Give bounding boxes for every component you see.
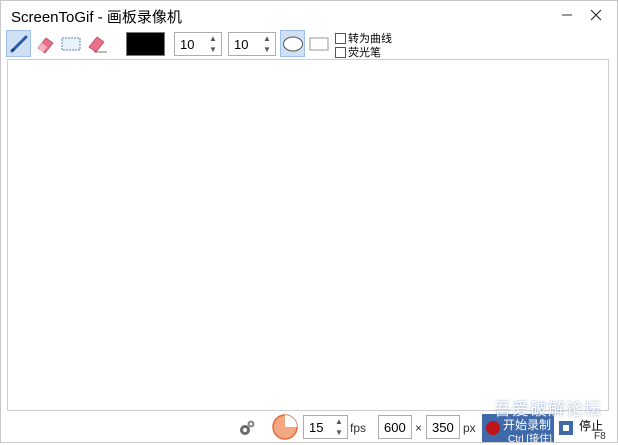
timer-pie-icon <box>272 414 298 440</box>
checkbox-box[interactable] <box>335 32 346 44</box>
eraser-tool-button[interactable] <box>32 30 57 57</box>
stroke-eraser-tool-button[interactable] <box>84 30 109 57</box>
rectangle-icon <box>309 37 328 50</box>
window-title: ScreenToGif - 画板录像机 <box>11 9 182 26</box>
pen-height-stepper[interactable]: 10 ▲ ▼ <box>228 32 276 56</box>
highlighter-checkbox[interactable]: 荧光笔 <box>335 44 381 60</box>
fps-value: 15 <box>309 420 324 435</box>
stepper-arrows[interactable]: ▲ ▼ <box>261 34 273 54</box>
close-button[interactable] <box>581 1 611 29</box>
rectangle-select-icon <box>61 37 80 50</box>
stepper-arrows[interactable]: ▲ ▼ <box>333 417 345 437</box>
pen-width-stepper[interactable]: 10 ▲ ▼ <box>174 32 222 56</box>
height-value: 350 <box>432 420 454 435</box>
fps-label: fps <box>350 421 367 435</box>
caret-up-icon[interactable]: ▲ <box>209 34 217 43</box>
gears-icon <box>240 420 255 435</box>
caret-down-icon[interactable]: ▼ <box>263 45 271 54</box>
toolbar: 10 ▲ ▼ 10 ▲ ▼ 转为曲线 荧光笔 <box>1 29 617 59</box>
minimize-button[interactable] <box>552 1 582 29</box>
caret-up-icon[interactable]: ▲ <box>335 417 343 426</box>
record-icon <box>486 421 500 435</box>
fps-stepper[interactable]: 15 ▲ ▼ <box>303 415 348 439</box>
times-sign: × <box>415 421 423 435</box>
px-label: px <box>463 421 476 435</box>
caret-up-icon[interactable]: ▲ <box>263 34 271 43</box>
minimize-icon <box>562 14 572 16</box>
pen-tool-button[interactable] <box>6 30 31 57</box>
eraser-icon <box>36 36 54 54</box>
height-input[interactable]: 350 <box>426 415 460 439</box>
screentogif-board-window: ScreenToGif - 画板录像机 10 ▲ ▼ 10 ▲ ▼ 转为曲线 荧… <box>0 0 618 445</box>
width-input[interactable]: 600 <box>378 415 412 439</box>
drawing-canvas[interactable] <box>7 59 609 411</box>
pencil-icon <box>10 35 27 52</box>
stop-icon <box>559 421 573 435</box>
select-tool-button[interactable] <box>58 30 83 57</box>
stepper-arrows[interactable]: ▲ ▼ <box>207 34 219 54</box>
settings-button[interactable] <box>237 418 257 443</box>
highlighter-label: 荧光笔 <box>348 47 381 59</box>
color-picker[interactable] <box>126 32 165 56</box>
title-bar: ScreenToGif - 画板录像机 <box>1 1 617 29</box>
ellipse-tip-button[interactable] <box>280 30 305 57</box>
timer-indicator <box>272 414 298 445</box>
forum-watermark: 吾爱破解论坛 <box>494 400 602 419</box>
width-value: 600 <box>384 420 406 435</box>
pen-width-value: 10 <box>180 37 195 52</box>
pen-height-value: 10 <box>234 37 249 52</box>
stroke-eraser-icon <box>87 35 107 53</box>
caret-down-icon[interactable]: ▼ <box>209 45 217 54</box>
ellipse-icon <box>282 36 303 51</box>
checkbox-box[interactable] <box>335 46 346 58</box>
rectangle-tip-button[interactable] <box>306 30 331 57</box>
close-icon <box>590 9 602 21</box>
caret-down-icon[interactable]: ▼ <box>335 428 343 437</box>
stop-shortcut: F8 <box>594 431 606 442</box>
